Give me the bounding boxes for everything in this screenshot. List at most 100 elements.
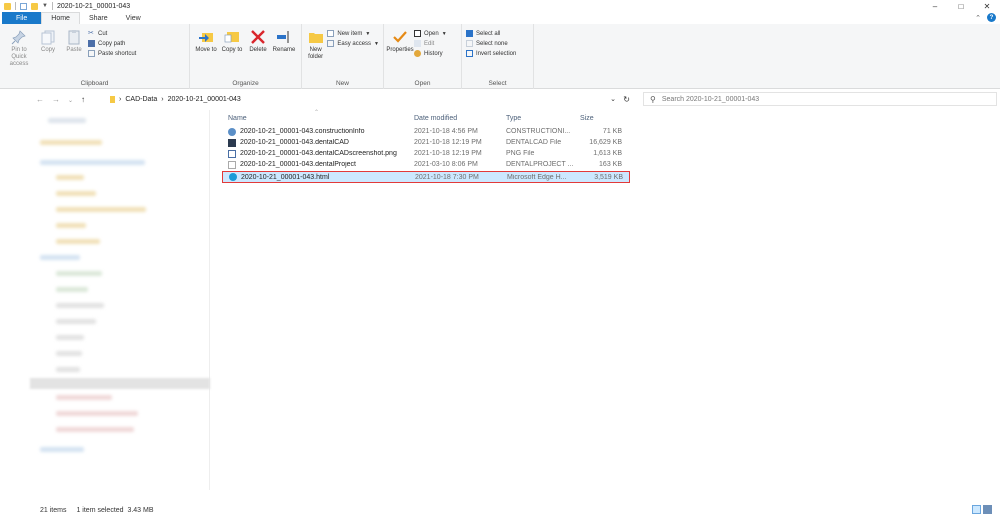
nav-item[interactable] [56, 367, 80, 372]
properties-button[interactable]: Properties [386, 27, 414, 58]
recent-locations-chevron-icon[interactable]: ⌄ [68, 95, 73, 104]
nav-item[interactable] [56, 191, 96, 196]
help-button[interactable]: ? [987, 13, 996, 22]
column-header-type[interactable]: Type [506, 115, 580, 122]
paste-button[interactable]: Paste [62, 27, 86, 68]
folder-icon [4, 2, 11, 10]
qat-dropdown-icon[interactable]: ▼ [42, 3, 48, 9]
new-folder-button[interactable]: New folder [306, 27, 325, 61]
open-group: Properties Open ▼ Edit History Open [384, 24, 462, 89]
move-to-button[interactable]: Move to [194, 27, 218, 54]
nav-item[interactable] [56, 239, 100, 244]
pin-quick-access-button[interactable]: Pin to Quick access [4, 27, 34, 68]
file-date: 2021-10-18 7:30 PM [415, 173, 479, 181]
nav-item[interactable] [56, 287, 88, 292]
new-folder-icon [308, 33, 323, 43]
nav-item[interactable] [56, 395, 112, 400]
file-row[interactable]: 2020-10-21_00001-043.constructionInfo 20… [222, 126, 642, 137]
breadcrumb-cad-data[interactable]: CAD-Data [125, 96, 157, 103]
properties-check-icon[interactable] [20, 2, 27, 10]
file-size: 163 KB [599, 161, 622, 168]
nav-item[interactable] [56, 223, 86, 228]
nav-item[interactable] [56, 351, 82, 356]
file-row-selected[interactable]: 2020-10-21_00001-043.html 2021-10-18 7:3… [222, 171, 630, 183]
nav-item[interactable] [48, 118, 86, 123]
search-box[interactable]: ⚲ Search 2020-10-21_00001-043 [643, 92, 997, 106]
breadcrumb-current-folder[interactable]: 2020-10-21_00001-043 [168, 96, 241, 103]
invert-selection-button[interactable]: Invert selection [466, 49, 529, 58]
close-button[interactable]: ✕ [974, 0, 1000, 12]
nav-item[interactable] [40, 255, 80, 260]
edit-button[interactable]: Edit [414, 39, 447, 48]
file-date: 2021-10-18 4:56 PM [414, 128, 478, 135]
cut-button[interactable]: ✂ Cut [88, 29, 136, 38]
paste-shortcut-button[interactable]: Paste shortcut [88, 49, 136, 58]
nav-item[interactable] [56, 335, 84, 340]
minimize-button[interactable]: – [922, 0, 948, 12]
copy-to-button[interactable]: Copy to [220, 27, 244, 54]
nav-item[interactable] [40, 160, 145, 165]
history-button[interactable]: History [414, 49, 447, 58]
file-row[interactable]: 2020-10-21_00001-043.dentalProject 2021-… [222, 159, 642, 170]
column-header-date[interactable]: Date modified [414, 115, 506, 122]
file-row[interactable]: 2020-10-21_00001-043.dentalCAD 2021-10-1… [222, 137, 642, 148]
select-group: Select all Select none Invert selection … [462, 24, 534, 89]
forward-arrow-icon[interactable]: → [52, 95, 60, 104]
nav-item[interactable] [56, 271, 102, 276]
paste-icon [68, 30, 80, 45]
nav-item[interactable] [56, 427, 134, 432]
file-name: 2020-10-21_00001-043.dentalProject [240, 161, 356, 168]
search-input[interactable]: Search 2020-10-21_00001-043 [662, 96, 759, 103]
item-count: 21 items [40, 506, 67, 514]
file-date: 2021-03-10 8:06 PM [414, 161, 478, 168]
collapse-ribbon-icon[interactable]: ⌃ [975, 14, 981, 22]
tab-share[interactable]: Share [80, 12, 117, 24]
tab-file[interactable]: File [2, 12, 42, 24]
properties-check-icon [393, 31, 407, 43]
dropdown-caret-icon: ▼ [441, 30, 447, 37]
large-icons-view-icon[interactable] [983, 505, 992, 514]
rename-icon [277, 31, 289, 43]
new-item-button[interactable]: New item ▼ [327, 29, 379, 38]
easy-access-button[interactable]: Easy access ▼ [327, 39, 379, 48]
help-area: ⌃ ? [975, 13, 996, 22]
png-file-icon [228, 149, 236, 158]
refresh-icon[interactable]: ↻ [623, 95, 630, 104]
column-headers: ⌃ Name Date modified Type Size [222, 110, 642, 126]
select-all-button[interactable]: Select all [466, 29, 529, 38]
file-type: Microsoft Edge H... [507, 173, 567, 181]
navigation-pane[interactable] [30, 110, 210, 490]
tab-home[interactable]: Home [41, 12, 80, 24]
folder-icon [110, 95, 115, 103]
delete-button[interactable]: Delete [246, 27, 270, 54]
nav-item[interactable] [40, 140, 102, 145]
new-folder-icon[interactable] [31, 2, 38, 10]
up-arrow-icon[interactable]: ↑ [81, 95, 85, 104]
back-arrow-icon[interactable]: ← [36, 95, 44, 104]
nav-item[interactable] [40, 447, 84, 452]
maximize-button[interactable]: □ [948, 0, 974, 12]
nav-item[interactable] [56, 207, 146, 212]
open-button[interactable]: Open ▼ [414, 29, 447, 38]
column-header-size[interactable]: Size [580, 115, 628, 122]
address-dropdown-icon[interactable]: ⌄ [610, 95, 616, 103]
nav-item[interactable] [56, 411, 138, 416]
file-row[interactable]: 2020-10-21_00001-043.dentalCADscreenshot… [222, 148, 642, 159]
nav-item-selected[interactable] [30, 378, 210, 389]
nav-item[interactable] [56, 303, 104, 308]
details-view-icon[interactable] [972, 505, 981, 514]
pin-icon [11, 30, 26, 45]
file-date: 2021-10-18 12:19 PM [414, 139, 482, 146]
easy-access-icon [327, 40, 335, 47]
copy-button[interactable]: Copy [36, 27, 60, 68]
rename-button[interactable]: Rename [272, 27, 296, 54]
address-bar[interactable]: › CAD-Data › 2020-10-21_00001-043 ⌄ ↻ [110, 92, 638, 106]
copy-path-button[interactable]: Copy path [88, 39, 136, 48]
breadcrumb-separator: › [119, 95, 122, 103]
tab-view[interactable]: View [117, 12, 150, 24]
file-size: 71 KB [602, 128, 622, 135]
nav-item[interactable] [56, 175, 84, 180]
nav-item[interactable] [56, 319, 96, 324]
divider [51, 2, 53, 10]
select-none-button[interactable]: Select none [466, 39, 529, 48]
